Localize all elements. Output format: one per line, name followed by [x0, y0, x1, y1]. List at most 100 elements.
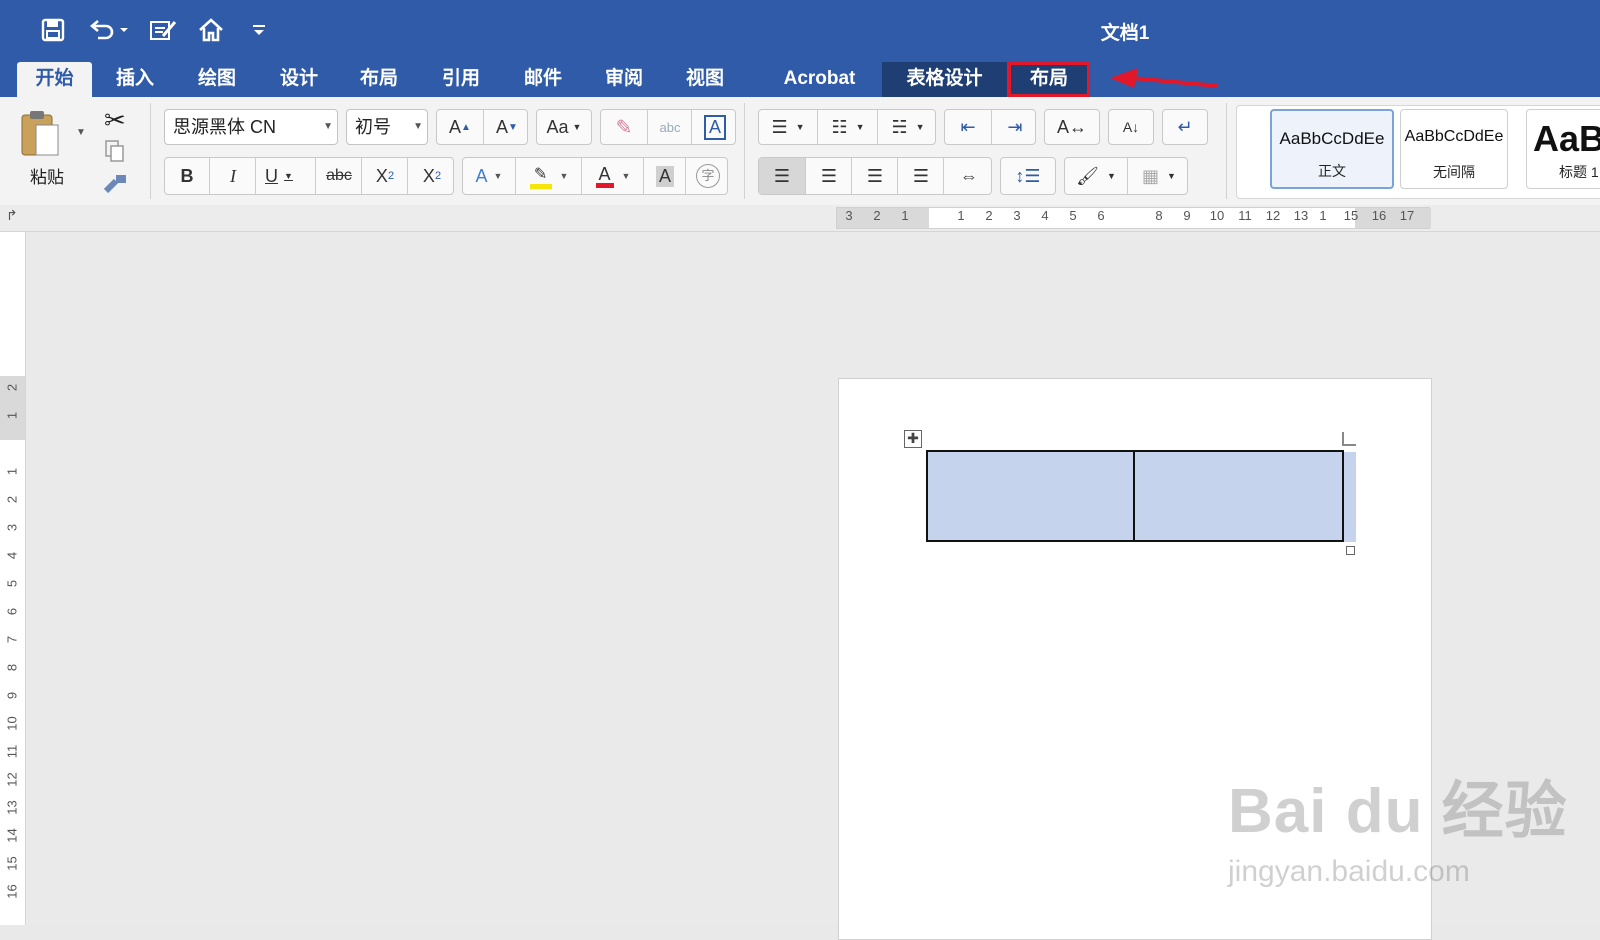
- watermark-url: jingyan.baidu.com: [1228, 855, 1470, 888]
- tab-home[interactable]: 开始: [17, 62, 92, 97]
- distributed-button[interactable]: ⇔: [943, 158, 994, 194]
- phonetic-guide-button[interactable]: abc: [647, 110, 692, 144]
- multilevel-list-button[interactable]: ☵ ▼: [877, 110, 938, 144]
- paste-dropdown-icon[interactable]: ▼: [76, 127, 86, 138]
- align-left-icon: ☰: [773, 165, 791, 186]
- table-cell-divider[interactable]: [1133, 452, 1135, 540]
- table-move-handle-icon[interactable]: ✚: [904, 430, 922, 448]
- change-case-button[interactable]: Aa ▼: [536, 109, 592, 145]
- justify-button[interactable]: ☰: [897, 158, 944, 194]
- shading-button[interactable]: 🖌 ▼: [1065, 158, 1127, 194]
- shrink-font-label: A: [496, 116, 509, 137]
- borders-button[interactable]: ▦ ▼: [1127, 158, 1190, 194]
- font-family-select[interactable]: 思源黑体 CN ▼: [164, 109, 338, 145]
- style-sample: AaBbCcDdEe: [1279, 129, 1385, 148]
- ruler-tick: 17: [1399, 208, 1415, 223]
- tab-review[interactable]: 审阅: [589, 62, 659, 97]
- ruler-tick: 2: [4, 495, 20, 504]
- bold-label: B: [180, 165, 194, 186]
- bullets-button[interactable]: ☰ ▼: [759, 110, 817, 144]
- italic-button[interactable]: I: [209, 158, 256, 194]
- subscript-button[interactable]: X2: [361, 158, 408, 194]
- chevron-down-icon: ▼: [855, 122, 865, 132]
- ruler-tick: 11: [1238, 208, 1252, 223]
- align-left-button[interactable]: ☰: [759, 158, 805, 194]
- chevron-down-icon[interactable]: ▼: [323, 110, 333, 144]
- shading-borders-group: 🖌 ▼ ▦ ▼: [1064, 157, 1188, 195]
- copy-icon[interactable]: [104, 139, 126, 162]
- baidu-watermark: Bai du 经验 jingyan.baidu.com: [1228, 760, 1567, 900]
- ruler-tick: 3: [845, 208, 853, 223]
- clear-formatting-button[interactable]: ✎: [601, 110, 647, 144]
- bullet-list-icon: ☰: [771, 116, 788, 137]
- enclose-char-label: 字: [696, 164, 720, 188]
- strikethrough-button[interactable]: abc: [315, 158, 362, 194]
- style-normal[interactable]: AaBbCcDdEe 正文: [1270, 109, 1394, 189]
- text-direction-button[interactable]: A↔: [1044, 109, 1100, 145]
- ruler-tick: 15: [1343, 208, 1359, 223]
- subscript-label: X: [375, 165, 388, 186]
- numbering-button[interactable]: ☷ ▼: [817, 110, 878, 144]
- align-center-icon: ☰: [820, 165, 838, 186]
- show-marks-button[interactable]: ↵: [1162, 109, 1208, 145]
- chevron-down-icon[interactable]: ▼: [413, 110, 423, 144]
- style-no-spacing[interactable]: AaBbCcDdEe 无间隔: [1400, 109, 1508, 189]
- ruler-tick: 13: [4, 800, 20, 815]
- title-bar: 文档1 开始 插入 绘图 设计 布局 引用 邮件 审阅 视图 Acrobat 表…: [0, 0, 1600, 97]
- customize-toolbar-icon[interactable]: [242, 14, 276, 46]
- paste-icon[interactable]: [18, 109, 66, 161]
- tab-view[interactable]: 视图: [670, 62, 740, 97]
- scissors-icon[interactable]: ✂: [104, 105, 126, 136]
- enclose-char-button[interactable]: 字: [685, 158, 730, 194]
- tab-insert[interactable]: 插入: [100, 62, 170, 97]
- tab-acrobat[interactable]: Acrobat: [772, 62, 867, 97]
- ribbon: ▼ 粘贴 ✂ 思源黑体 CN ▼ 初号 ▼ A ▲ A ▼ Aa ▼ ✎ abc A B …: [0, 97, 1600, 206]
- text-effects-button[interactable]: A ▼: [463, 158, 515, 194]
- tab-stop-icon[interactable]: ↱: [6, 207, 18, 224]
- ruler-tick: 16: [4, 884, 20, 899]
- home-icon[interactable]: [194, 14, 228, 46]
- chevron-down-icon[interactable]: ▼: [284, 171, 293, 181]
- tab-layout[interactable]: 布局: [344, 62, 414, 97]
- sort-button[interactable]: A↓: [1108, 109, 1154, 145]
- font-size-select[interactable]: 初号 ▼: [346, 109, 428, 145]
- vertical-ruler[interactable]: 2 1 1 2 3 4 5 6 7 8 9 10 11 12 13 14 15 …: [0, 232, 26, 925]
- horizontal-ruler[interactable]: 3 2 1 1 2 3 4 5 6 8 9 10 11 12 13 1 15 1…: [836, 207, 1431, 229]
- char-shading-button[interactable]: A: [643, 158, 686, 194]
- save-icon[interactable]: [36, 14, 70, 46]
- eraser-icon: ✎: [615, 116, 633, 139]
- char-border-button[interactable]: A: [691, 110, 738, 144]
- highlight-button[interactable]: ✎ ▼: [515, 158, 582, 194]
- tab-references[interactable]: 引用: [426, 62, 496, 97]
- tab-table-layout[interactable]: 布局: [1008, 62, 1090, 97]
- bold-button[interactable]: B: [165, 158, 209, 194]
- table-resize-handle[interactable]: [1346, 546, 1355, 555]
- tab-draw[interactable]: 绘图: [182, 62, 252, 97]
- ruler-tick: 6: [1097, 208, 1105, 223]
- align-right-button[interactable]: ☰: [851, 158, 898, 194]
- tab-design[interactable]: 设计: [264, 62, 334, 97]
- format-painter-icon[interactable]: [102, 173, 128, 195]
- superscript-button[interactable]: X2: [407, 158, 456, 194]
- font-color-button[interactable]: A ▼: [581, 158, 644, 194]
- underline-button[interactable]: U ▼: [255, 158, 302, 194]
- multilevel-list-icon: ☵: [891, 116, 908, 137]
- ruler-tick: 1: [4, 411, 20, 420]
- tab-mailings[interactable]: 邮件: [508, 62, 578, 97]
- grow-font-button[interactable]: A ▲: [437, 110, 483, 144]
- style-heading-1[interactable]: AaB 标题 1: [1526, 109, 1600, 189]
- ruler-tick: 4: [4, 551, 20, 560]
- shrink-font-button[interactable]: A ▼: [483, 110, 530, 144]
- decrease-indent-button[interactable]: ⇤: [945, 110, 991, 144]
- horizontal-ruler-bar: ↱ 3 2 1 1 2 3 4 5 6 8 9 10 11 12 13 1 15…: [0, 205, 1600, 232]
- line-spacing-button[interactable]: ↕☰: [1000, 157, 1056, 195]
- tab-table-design[interactable]: 表格设计: [882, 62, 1007, 97]
- ruler-tick: 1: [4, 467, 20, 476]
- font-size-value: 初号: [355, 117, 391, 137]
- align-center-button[interactable]: ☰: [805, 158, 852, 194]
- chevron-down-icon: ▼: [1106, 171, 1116, 181]
- increase-indent-button[interactable]: ⇥: [991, 110, 1038, 144]
- selected-table[interactable]: [926, 450, 1344, 542]
- undo-icon[interactable]: [84, 14, 132, 46]
- edit-document-icon[interactable]: [146, 14, 180, 46]
